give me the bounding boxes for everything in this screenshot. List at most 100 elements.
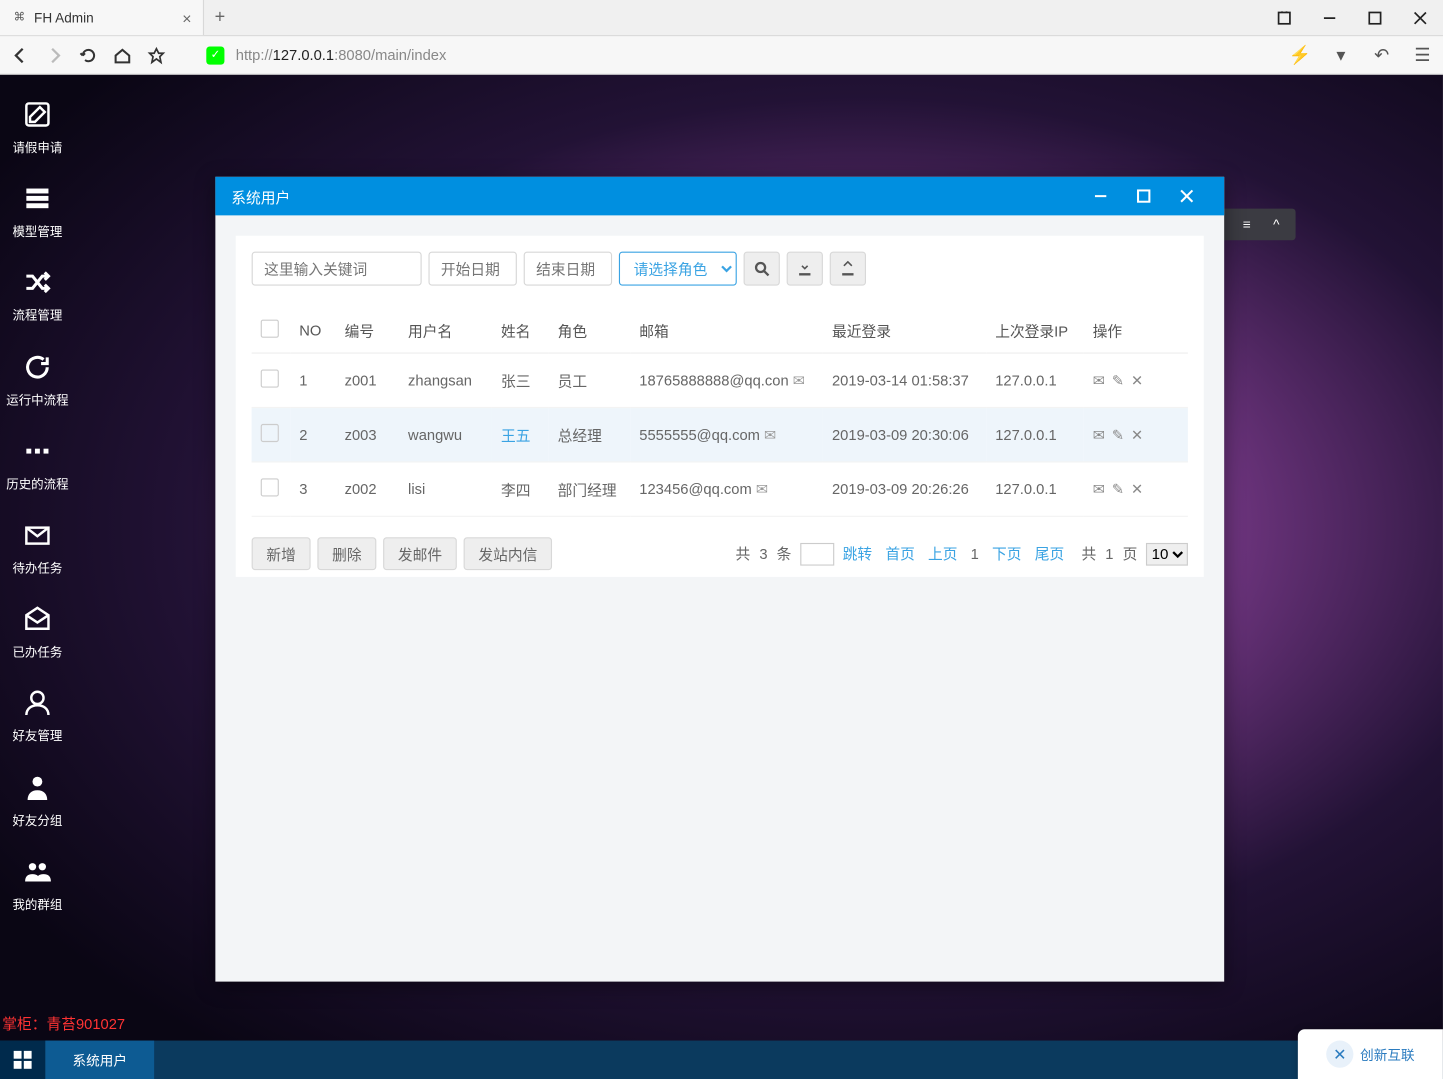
maximize-button[interactable] [1352,0,1397,35]
sidebar-item-7[interactable]: 好友管理 [0,679,75,754]
pager-jump-input[interactable] [800,543,834,566]
browser-tab[interactable]: ⌘ FH Admin × [0,0,204,35]
chevron-down-icon[interactable]: ▾ [1330,44,1353,67]
sidebar-item-1[interactable]: 模型管理 [0,175,75,250]
cell-code: z002 [336,462,399,516]
col-last-ip: 上次登录IP [986,308,1083,353]
undo-icon[interactable]: ↶ [1370,44,1393,67]
send-mail-button[interactable]: 发邮件 [383,537,457,570]
sidebar-item-9[interactable]: 我的群组 [0,848,75,923]
table-row: 2z003wangwu王五总经理5555555@qq.com ✉2019-03-… [252,407,1188,461]
taskbar-item[interactable]: 系统用户 [45,1041,154,1079]
start-date-input[interactable] [428,252,516,286]
delete-button[interactable]: 删除 [317,537,376,570]
list-icon[interactable]: ≡ [1234,212,1259,237]
extension-icon[interactable] [1262,0,1307,35]
row-mail-icon[interactable]: ✉ [1093,426,1105,444]
row-delete-icon[interactable]: ✕ [1131,371,1143,389]
cell-username: zhangsan [399,353,492,407]
row-edit-icon[interactable]: ✎ [1112,480,1124,498]
pager-size-select[interactable]: 10 [1146,543,1188,566]
cell-name-link[interactable]: 王五 [501,427,530,444]
cell-code: z001 [336,353,399,407]
cell-last-login: 2019-03-09 20:26:26 [823,462,986,516]
menu-icon[interactable]: ☰ [1411,44,1434,67]
modal-title-text: 系统用户 [231,185,290,207]
cell-no: 2 [290,407,335,461]
close-button[interactable] [1398,0,1443,35]
browser-address-bar: ✓ http://127.0.0.1:8080/main/index ⚡ ▾ ↶… [0,36,1443,75]
pager-prev[interactable]: 上页 [928,545,957,562]
add-button[interactable]: 新增 [252,537,311,570]
modal-minimize-button[interactable] [1079,189,1122,203]
sidebar-item-4[interactable]: 历史的流程 [0,427,75,502]
pager-current: 1 [971,545,979,562]
chevron-up-icon[interactable]: ^ [1264,212,1289,237]
row-mail-icon[interactable]: ✉ [1093,480,1105,498]
sidebar-item-8[interactable]: 好友分组 [0,763,75,838]
refresh-button[interactable] [77,44,100,67]
favorite-button[interactable] [145,44,168,67]
row-checkbox[interactable] [261,370,279,388]
email-icon[interactable]: ✉ [764,426,776,443]
url-text[interactable]: http://127.0.0.1:8080/main/index [236,46,1271,63]
sidebar-item-5[interactable]: 待办任务 [0,511,75,586]
cell-email: 123456@qq.com ✉ [630,462,823,516]
cell-last-ip: 127.0.0.1 [986,353,1083,407]
row-checkbox[interactable] [261,478,279,496]
back-button[interactable] [9,44,32,67]
mail-icon [23,520,52,555]
role-select[interactable]: 请选择角色 [619,252,737,286]
select-all-checkbox[interactable] [261,320,279,338]
pager: 共3条 跳转 首页 上页 1 下页 尾页 共1页 10 [731,542,1188,565]
modal-maximize-button[interactable] [1122,189,1165,203]
col-name: 姓名 [492,308,549,353]
cell-email: 18765888888@qq.con ✉ [630,353,823,407]
email-icon[interactable]: ✉ [793,371,805,388]
pager-first[interactable]: 首页 [885,545,914,562]
pager-next[interactable]: 下页 [992,545,1021,562]
cell-last-login: 2019-03-14 01:58:37 [823,353,986,407]
row-delete-icon[interactable]: ✕ [1131,480,1143,498]
sidebar-item-6[interactable]: 已办任务 [0,595,75,670]
user-icon [23,688,52,723]
row-edit-icon[interactable]: ✎ [1112,426,1124,444]
flash-icon[interactable]: ⚡ [1289,44,1312,67]
search-button[interactable] [744,252,780,286]
pager-last[interactable]: 尾页 [1035,545,1064,562]
row-delete-icon[interactable]: ✕ [1131,426,1143,444]
tab-close-icon[interactable]: × [182,9,191,27]
home-button[interactable] [111,44,134,67]
end-date-input[interactable] [524,252,612,286]
row-mail-icon[interactable]: ✉ [1093,371,1105,389]
cell-last-ip: 127.0.0.1 [986,462,1083,516]
sidebar-item-label: 好友管理 [12,730,62,745]
email-icon[interactable]: ✉ [756,480,768,497]
shield-icon: ✓ [206,46,224,64]
minimize-button[interactable] [1307,0,1352,35]
sidebar-item-label: 我的群组 [12,899,62,914]
forward-button[interactable] [43,44,66,67]
mailopen-icon [23,604,52,639]
start-button[interactable] [0,1041,45,1079]
pager-jump[interactable]: 跳转 [843,545,872,562]
sidebar-item-0[interactable]: 请假申请 [0,91,75,166]
sidebar-item-2[interactable]: 流程管理 [0,259,75,334]
sidebar-item-3[interactable]: 运行中流程 [0,343,75,418]
send-msg-button[interactable]: 发站内信 [464,537,552,570]
row-edit-icon[interactable]: ✎ [1112,371,1124,389]
download-button[interactable] [787,252,823,286]
col-code: 编号 [336,308,399,353]
cell-name: 张三 [492,353,549,407]
keyword-input[interactable] [252,252,422,286]
row-checkbox[interactable] [261,424,279,442]
upload-button[interactable] [830,252,866,286]
corner-logo: ✕ 创新互联 [1298,1029,1443,1079]
modal-close-button[interactable] [1165,189,1208,203]
cell-last-login: 2019-03-09 20:30:06 [823,407,986,461]
col-no: NO [290,308,335,353]
modal-titlebar: 系统用户 [215,177,1224,216]
new-tab-button[interactable]: + [204,0,236,35]
cell-username: wangwu [399,407,492,461]
filter-bar: 请选择角色 [252,252,1188,286]
